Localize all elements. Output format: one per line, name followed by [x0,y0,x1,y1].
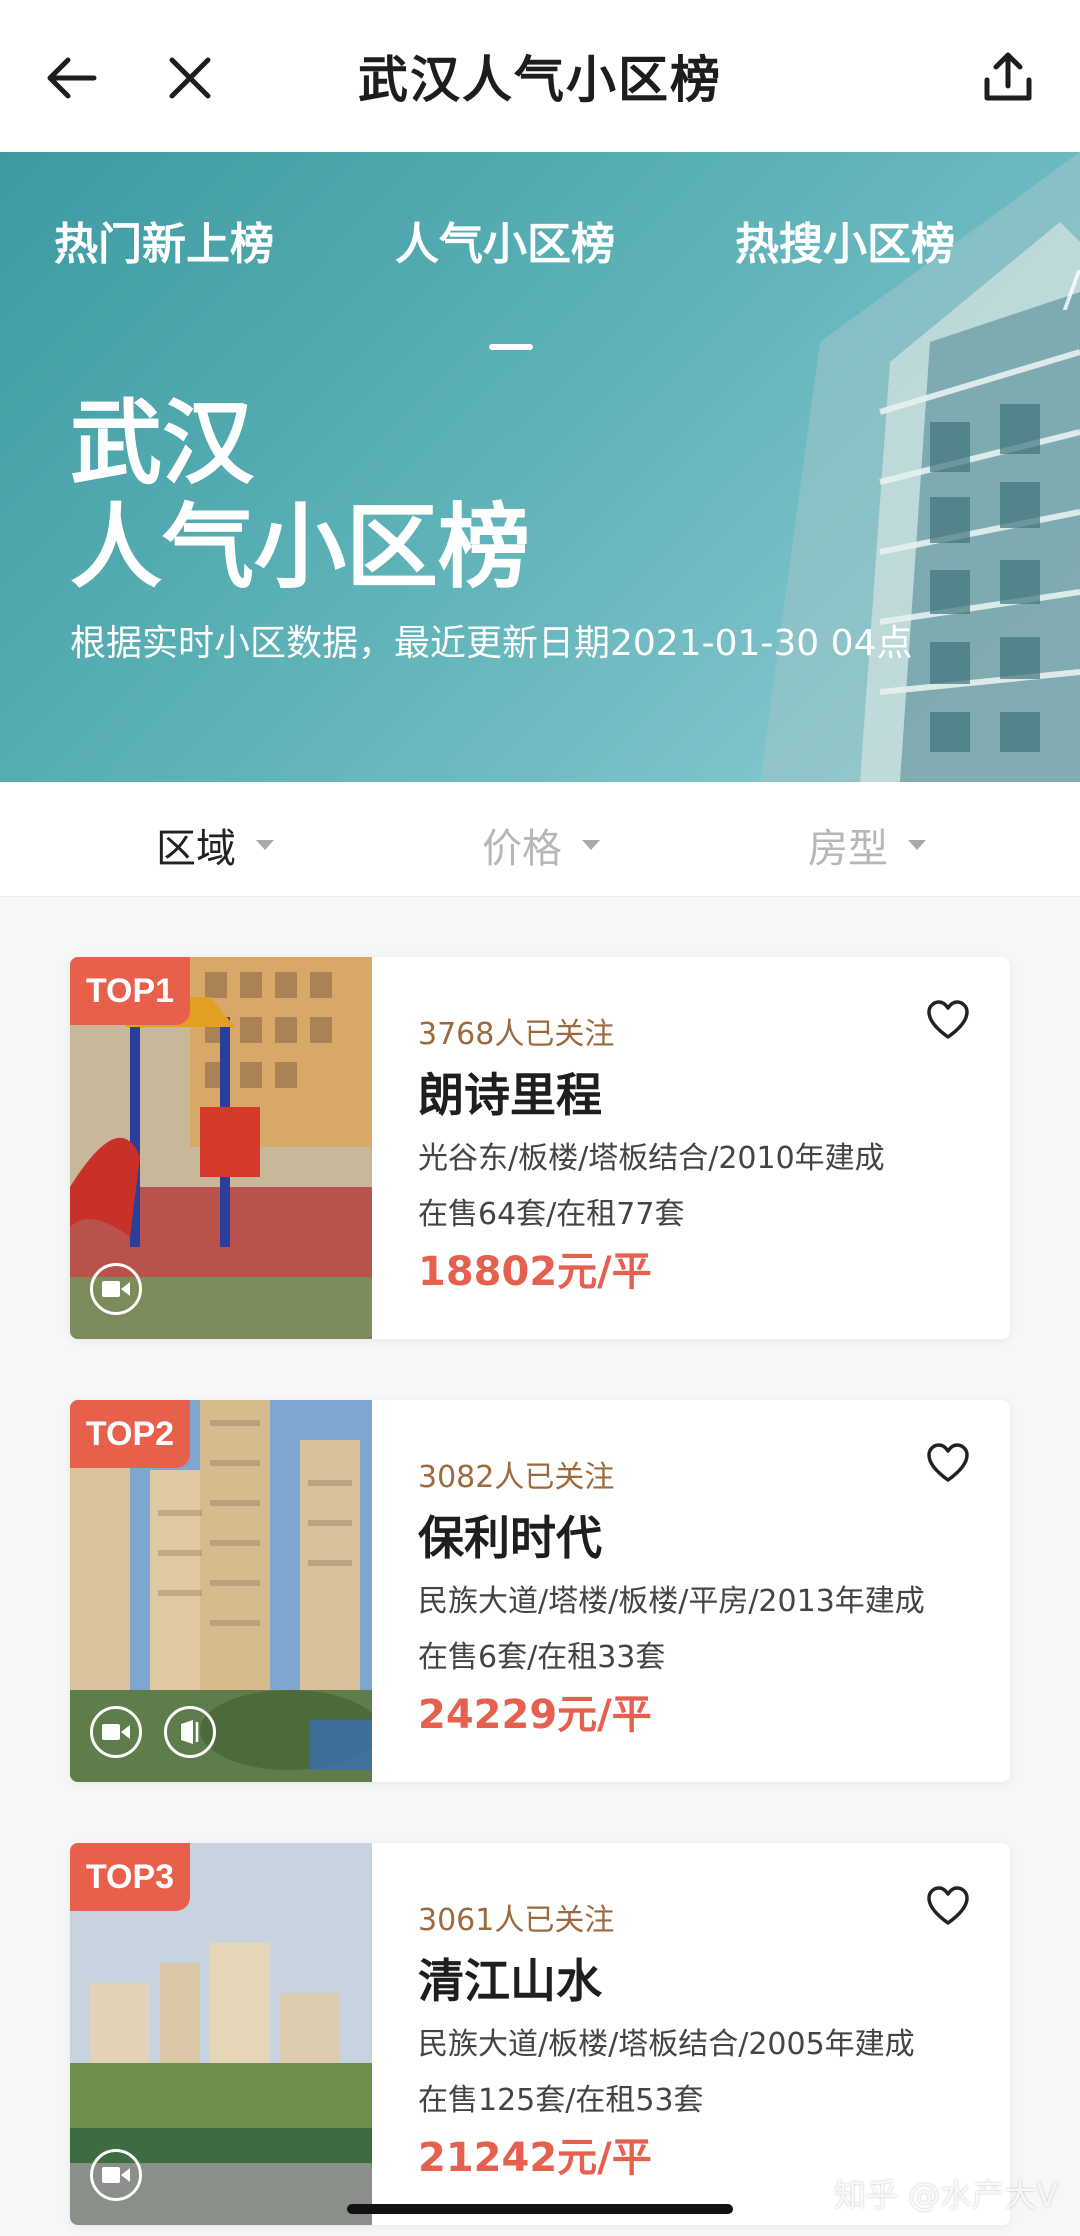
listing-price: 24229元/平 [418,1692,652,1738]
listing-price: 18802元/平 [418,1249,652,1295]
vr-icon[interactable] [164,1706,216,1758]
chevron-down-icon [908,840,926,850]
listing-card[interactable]: TOP1 3768人已关注 朗诗里程 光谷东/板楼/塔板结合/2010年建成 在… [70,957,1010,1339]
heart-icon[interactable] [926,1885,970,1929]
filter-label: 价格 [482,826,562,872]
listing-photo[interactable]: TOP2 [70,1400,372,1782]
listing-meta: 民族大道/板楼/塔板结合/2005年建成 [418,2027,915,2062]
listing-card[interactable]: TOP2 3082人已关注 保利时代 民族大道/塔楼/板楼/平房/2013年建成… [70,1400,1010,1782]
banner-heading: 人气小区榜 [70,494,531,601]
banner-subtitle: 根据实时小区数据，最近更新日期2021-01-30 04点 [70,623,913,664]
followers-count: 3061人已关注 [418,1903,615,1938]
watermark: 知乎 @水产大V [834,2176,1059,2214]
listing-meta: 光谷东/板楼/塔板结合/2010年建成 [418,1141,885,1176]
rank-badge: TOP2 [70,1400,190,1468]
filter-bar: 区域 价格 房型 [0,782,1080,897]
listing-name[interactable]: 朗诗里程 [418,1059,602,1125]
page-title: 武汉人气小区榜 [358,51,722,109]
video-icon[interactable] [90,1263,142,1315]
filter-layout[interactable]: 房型 [808,816,926,874]
listing-info: 3768人已关注 朗诗里程 光谷东/板楼/塔板结合/2010年建成 在售64套/… [418,957,978,1339]
rank-badge: TOP3 [70,1843,190,1911]
listing-card[interactable]: TOP3 3061人已关注 清江山水 民族大道/板楼/塔板结合/2005年建成 … [70,1843,1010,2225]
heart-icon[interactable] [926,999,970,1043]
listing-photo[interactable]: TOP3 [70,1843,372,2225]
followers-count: 3082人已关注 [418,1460,615,1495]
video-icon[interactable] [90,1706,142,1758]
listing-name[interactable]: 保利时代 [418,1502,602,1568]
video-icon[interactable] [90,2149,142,2201]
arrow-left-icon[interactable] [40,46,104,110]
filter-region[interactable]: 区域 [156,816,274,874]
top-nav-bar: 武汉人气小区榜 [0,0,1080,152]
home-indicator [347,2204,733,2214]
listing-stock: 在售125套/在租53套 [418,2083,704,2118]
filter-price[interactable]: 价格 [482,816,600,874]
heart-icon[interactable] [926,1442,970,1486]
listing-name[interactable]: 清江山水 [418,1945,602,2011]
chevron-down-icon [256,840,274,850]
tab-hot-new[interactable]: 热门新上榜 [54,208,274,272]
tab-popular[interactable]: 人气小区榜 [395,208,615,272]
close-icon[interactable] [158,46,222,110]
listing-price: 21242元/平 [418,2135,652,2181]
listing-stock: 在售6套/在租33套 [418,1640,666,1675]
filter-label: 房型 [808,826,888,872]
ranking-tabs: 热门新上榜 人气小区榜 热搜小区榜 [0,208,1080,350]
listing-meta: 民族大道/塔楼/板楼/平房/2013年建成 [418,1584,925,1619]
listing-info: 3061人已关注 清江山水 民族大道/板楼/塔板结合/2005年建成 在售125… [418,1843,978,2225]
rank-badge: TOP1 [70,957,190,1025]
listing-photo[interactable]: TOP1 [70,957,372,1339]
active-tab-indicator [489,344,533,350]
hero-banner: 热门新上榜 人气小区榜 热搜小区榜 武汉 人气小区榜 根据实时小区数据，最近更新… [0,152,1080,782]
listing-info: 3082人已关注 保利时代 民族大道/塔楼/板楼/平房/2013年建成 在售6套… [418,1400,978,1782]
chevron-down-icon [582,840,600,850]
filter-label: 区域 [156,826,236,872]
followers-count: 3768人已关注 [418,1017,615,1052]
tab-hot-search[interactable]: 热搜小区榜 [735,208,955,272]
banner-city: 武汉 [70,390,255,497]
share-icon[interactable] [976,46,1040,110]
listing-stock: 在售64套/在租77套 [418,1197,685,1232]
